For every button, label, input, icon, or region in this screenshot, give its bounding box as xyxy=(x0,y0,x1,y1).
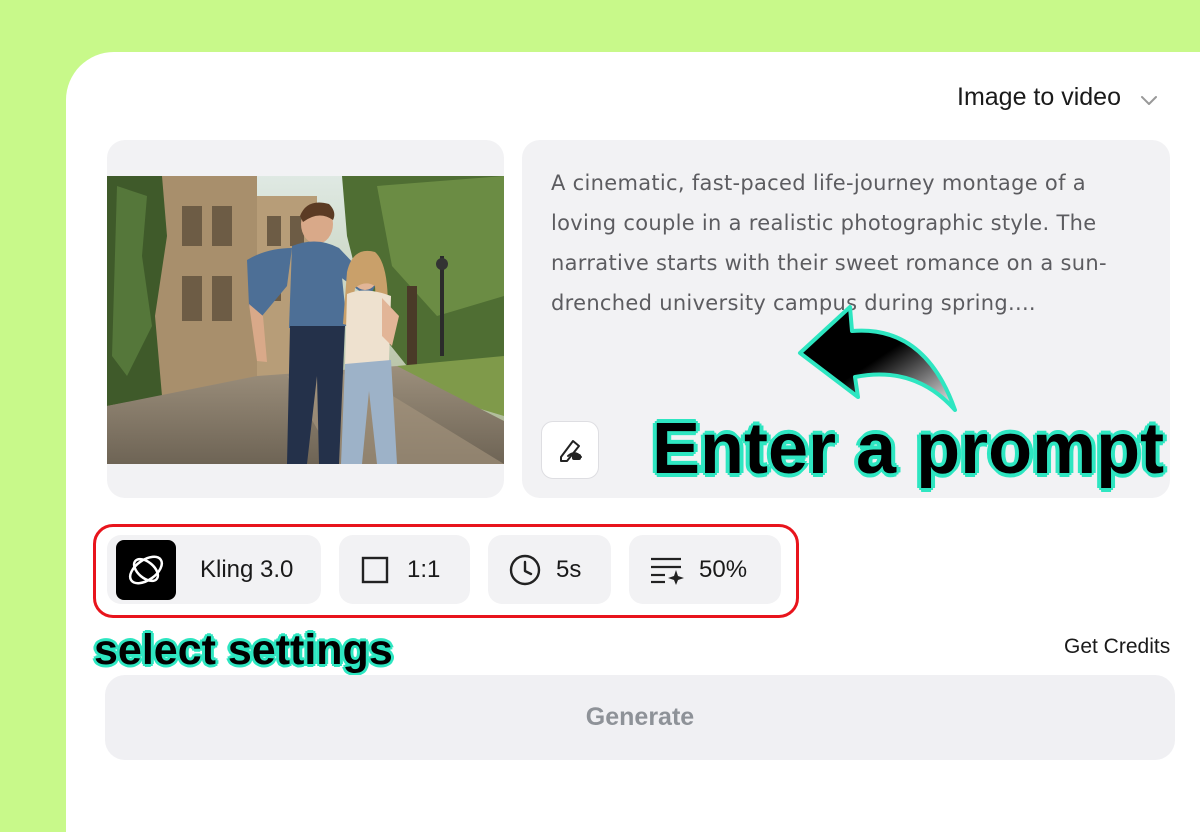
square-icon xyxy=(361,556,389,584)
aspect-ratio-label: 1:1 xyxy=(407,555,441,583)
strength-selector[interactable]: 50% xyxy=(629,535,781,604)
annotation-enter-prompt: Enter a prompt xyxy=(652,409,1165,489)
annotation-arrow xyxy=(798,305,957,412)
mode-selector-label: Image to video xyxy=(957,83,1121,111)
source-image xyxy=(107,176,504,464)
enhance-prompt-button[interactable] xyxy=(541,421,599,479)
source-image-panel[interactable] xyxy=(107,140,504,498)
sparkle-lines-icon xyxy=(649,555,685,585)
model-label: Kling 3.0 xyxy=(200,555,294,583)
mode-selector[interactable]: Image to video xyxy=(957,83,1159,112)
kling-logo-icon xyxy=(116,539,176,600)
get-credits-link[interactable]: Get Credits xyxy=(1064,635,1170,659)
annotation-select-settings: select settings xyxy=(94,626,393,674)
magic-pen-icon xyxy=(560,440,582,462)
duration-selector[interactable]: 5s xyxy=(488,535,611,604)
generate-button[interactable]: Generate xyxy=(105,675,1175,760)
aspect-ratio-selector[interactable]: 1:1 xyxy=(339,535,470,604)
clock-icon xyxy=(508,553,542,587)
strength-label: 50% xyxy=(699,555,748,583)
duration-label: 5s xyxy=(556,555,582,583)
chevron-down-icon xyxy=(1141,95,1157,105)
model-selector[interactable]: Kling 3.0 xyxy=(107,535,321,604)
